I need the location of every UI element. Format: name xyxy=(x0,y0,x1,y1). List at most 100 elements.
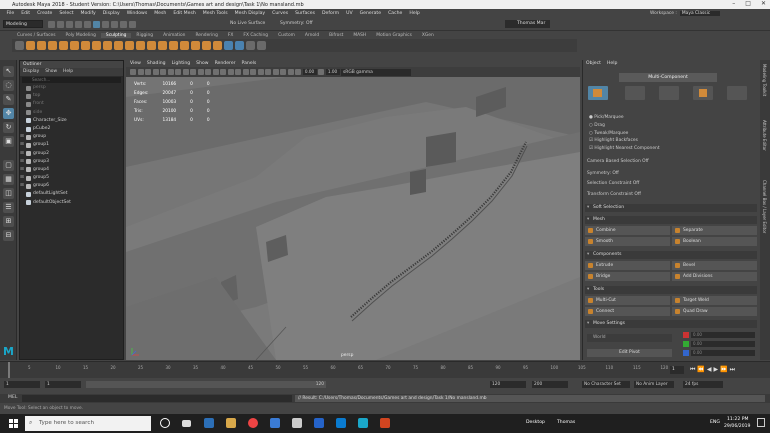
menu-item[interactable]: Surfaces xyxy=(292,11,319,16)
anim-layer-select[interactable]: No Anim Layer xyxy=(634,381,674,388)
outliner-item[interactable]: side xyxy=(20,109,123,117)
shelf-tab[interactable]: Curves / Surfaces xyxy=(12,33,61,38)
outliner-item[interactable]: ⊞ group6 xyxy=(20,182,123,190)
outliner-item[interactable]: ⊞ group xyxy=(20,133,123,141)
windows-start-icon[interactable] xyxy=(9,419,18,428)
menu-item[interactable]: Windows xyxy=(123,11,151,16)
relax-brush-icon[interactable] xyxy=(48,41,57,50)
menu-item[interactable]: File xyxy=(3,11,18,16)
shelf-tab[interactable]: Rendering xyxy=(190,33,222,38)
foamy-brush-icon[interactable] xyxy=(92,41,101,50)
task-view-icon[interactable] xyxy=(182,420,191,427)
notifications-icon[interactable] xyxy=(757,418,765,427)
gate-mask-icon[interactable] xyxy=(182,69,189,75)
unfreeze-icon[interactable] xyxy=(246,41,255,50)
x-field[interactable]: 0.00 xyxy=(691,332,755,338)
shelf-tab[interactable]: Animation xyxy=(158,33,190,38)
gamma-icon[interactable] xyxy=(318,69,324,75)
outliner-search[interactable]: Search... xyxy=(22,77,121,83)
file-explorer-icon[interactable] xyxy=(226,418,236,428)
add-divisions-button[interactable]: Add Divisions xyxy=(672,272,757,281)
live-surface-field[interactable]: No Live Surface xyxy=(230,21,265,26)
safe-action-icon[interactable] xyxy=(197,69,204,75)
object-mode-icon[interactable] xyxy=(588,86,608,100)
toolkit-menu-item[interactable]: Help xyxy=(607,60,617,67)
snap-point-icon[interactable] xyxy=(120,21,127,28)
step-forward-icon[interactable]: ⏩ xyxy=(720,366,727,374)
viewport-menu-item[interactable]: Show xyxy=(196,60,208,67)
mail-icon[interactable] xyxy=(336,418,346,428)
workspace-selector[interactable]: Workspace : Maya Classic xyxy=(650,9,721,18)
selection-constraint-value[interactable]: Off xyxy=(633,181,639,186)
maya-taskbar-icon[interactable] xyxy=(358,418,368,428)
image-plane-icon[interactable] xyxy=(152,69,159,75)
grab-brush-icon[interactable] xyxy=(59,41,68,50)
time-slider[interactable]: 5 10 15 20 25 30 35 40 45 50 55 60 65 70 75 80 85 90 95 100… xyxy=(0,361,770,378)
camera-select-icon[interactable] xyxy=(130,69,136,75)
menu-item[interactable]: Display xyxy=(99,11,123,16)
outliner-item[interactable]: top xyxy=(20,92,123,100)
select-by-object-icon[interactable] xyxy=(93,21,100,28)
undo-icon[interactable] xyxy=(75,21,82,28)
outliner-item[interactable]: ⊞ group1 xyxy=(20,141,123,149)
edge-mode-icon[interactable] xyxy=(659,86,679,100)
shelf-tab[interactable]: Arnold xyxy=(300,33,324,38)
menu-item[interactable]: Cache xyxy=(385,11,406,16)
boolean-button[interactable]: Boolean xyxy=(672,237,757,246)
menu-item[interactable]: Create xyxy=(34,11,56,16)
user-account[interactable]: Thomas Mar xyxy=(505,20,550,28)
mask-icon[interactable] xyxy=(224,41,233,50)
imprint-brush-icon[interactable] xyxy=(125,41,134,50)
expand-icon[interactable]: ⊞ xyxy=(20,141,24,149)
rotate-tool-icon[interactable]: ↻ xyxy=(3,122,14,133)
bookmark-icon[interactable] xyxy=(145,69,151,75)
outliner-item[interactable]: persp xyxy=(20,84,123,92)
character-set-select[interactable]: No Character Set xyxy=(582,381,630,388)
extrude-button[interactable]: Extrude xyxy=(585,261,670,270)
multi-cut-button[interactable]: Multi-Cut xyxy=(585,296,670,305)
shelf-tool-icon[interactable] xyxy=(15,41,24,50)
expand-icon[interactable]: ⊞ xyxy=(20,158,24,166)
outliner-item[interactable]: defaultLightSet xyxy=(20,190,123,198)
outliner-menu-item[interactable]: Display xyxy=(23,68,39,76)
user-toolbar[interactable]: Thomas xyxy=(557,420,575,425)
shelf-tab[interactable]: Sculpting xyxy=(100,33,132,38)
clock-time[interactable]: 11:22 PM xyxy=(727,417,748,422)
scale-tool-icon[interactable]: ▣ xyxy=(3,136,14,147)
uv-mode-icon[interactable] xyxy=(727,86,747,100)
viewport-menu-item[interactable]: Panels xyxy=(242,60,257,67)
shelf-tab[interactable]: Custom xyxy=(273,33,300,38)
separate-button[interactable]: Separate xyxy=(672,226,757,235)
two-pane-icon[interactable]: ◫ xyxy=(3,188,14,199)
menu-item[interactable]: Edit Mesh xyxy=(170,11,199,16)
freeze-brush-icon[interactable] xyxy=(213,41,222,50)
go-start-icon[interactable]: ⏮ xyxy=(690,366,695,374)
expand-icon[interactable]: ⊞ xyxy=(20,182,24,190)
workspace-value[interactable]: Maya Classic xyxy=(679,11,721,16)
cortana-icon[interactable] xyxy=(160,418,170,428)
word-icon[interactable] xyxy=(314,418,324,428)
layout-pane-icon[interactable]: ⊟ xyxy=(3,230,14,241)
outliner-item[interactable]: ⊞ group3 xyxy=(20,158,123,166)
outliner-item[interactable]: defaultObjectSet xyxy=(20,199,123,207)
bulge-brush-icon[interactable] xyxy=(191,41,200,50)
antialias-icon[interactable] xyxy=(257,69,264,75)
end-time-field[interactable]: 200 xyxy=(532,381,568,388)
powerpoint-icon[interactable] xyxy=(380,418,390,428)
snap-view-icon[interactable] xyxy=(129,21,136,28)
app-icon[interactable] xyxy=(292,418,302,428)
play-forward-icon[interactable]: ▶ xyxy=(714,366,719,374)
playback-start-field[interactable]: 1 xyxy=(45,381,81,388)
vertex-mode-icon[interactable] xyxy=(625,86,645,100)
components-section[interactable]: Components xyxy=(585,251,757,259)
exposure-field[interactable]: 0.00 xyxy=(302,69,317,75)
menu-item[interactable]: Generate xyxy=(356,11,384,16)
bridge-button[interactable]: Bridge xyxy=(585,272,670,281)
shelf-tab[interactable]: Rigging xyxy=(131,33,158,38)
wireframe-icon[interactable] xyxy=(212,69,219,75)
sculpt-settings-icon[interactable] xyxy=(257,41,266,50)
go-end-icon[interactable]: ⏭ xyxy=(730,366,735,374)
transform-constraint-value[interactable]: Off xyxy=(634,192,640,197)
toolkit-menu-item[interactable]: Object xyxy=(586,60,601,67)
viewport-menu-item[interactable]: Lighting xyxy=(172,60,191,67)
